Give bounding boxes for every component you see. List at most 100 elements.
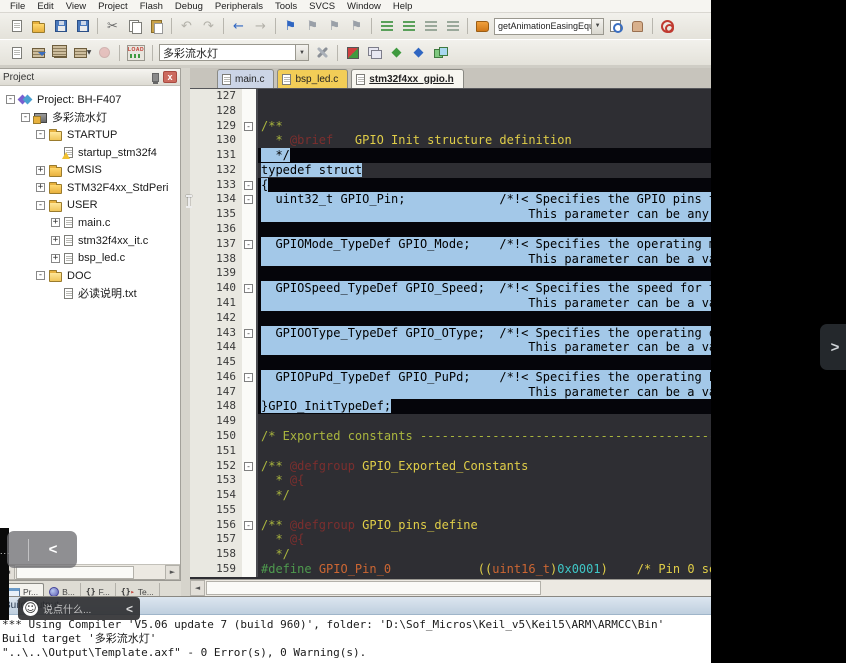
pin-icon[interactable] — [149, 71, 161, 83]
expander-plus-icon[interactable]: + — [36, 166, 45, 175]
expand-sidebar-button[interactable]: > — [820, 324, 846, 370]
fold-collapse-icon[interactable]: - — [244, 122, 253, 131]
flash-erase-icon[interactable]: ◆ — [408, 43, 429, 63]
batch-build-icon[interactable]: ▼ — [72, 43, 93, 63]
emoji-icon[interactable]: ☺ — [23, 601, 38, 616]
build-icon[interactable] — [28, 43, 49, 63]
paste-icon[interactable] — [146, 16, 167, 36]
tree-item[interactable]: +bsp_led.c — [0, 249, 180, 267]
build-output-log[interactable]: *** Using Compiler 'V5.06 update 7 (buil… — [0, 615, 711, 660]
tree-item[interactable]: -DOC — [0, 267, 180, 285]
danmaku-chat-bar[interactable]: ☺ 说点什么... < — [18, 597, 140, 620]
rebuild-icon[interactable] — [50, 43, 71, 63]
open-file-icon[interactable] — [28, 16, 49, 36]
uncomment-icon[interactable] — [442, 16, 463, 36]
chevron-left-icon[interactable]: < — [29, 541, 77, 558]
undo-icon[interactable]: ↶ — [176, 16, 197, 36]
expander-plus-icon[interactable]: + — [51, 218, 60, 227]
code-area[interactable]: 127128129-/**130 * @brief GPIO Init stru… — [190, 89, 711, 579]
menu-item-view[interactable]: View — [60, 1, 92, 12]
menu-item-peripherals[interactable]: Peripherals — [209, 1, 269, 12]
tree-item[interactable]: +STM32F4xx_StdPeri — [0, 179, 180, 197]
fold-collapse-icon[interactable]: - — [244, 373, 253, 382]
find-combo[interactable]: getAnimationEasingEqua ▼ — [494, 18, 604, 35]
new-file-icon[interactable] — [6, 16, 27, 36]
chat-input-placeholder[interactable]: 说点什么... — [43, 601, 121, 616]
tab-main.c[interactable]: main.c — [217, 69, 274, 88]
expander-minus-icon[interactable]: - — [21, 113, 30, 122]
tree-item[interactable]: +CMSIS — [0, 161, 180, 179]
redo-icon[interactable]: ↷ — [198, 16, 219, 36]
tree-item[interactable]: -Project: BH-F407 — [0, 91, 180, 109]
fold-collapse-icon[interactable]: - — [244, 240, 253, 249]
menu-item-window[interactable]: Window — [341, 1, 387, 12]
chevron-left-icon[interactable]: < — [126, 602, 133, 616]
options-for-target-icon[interactable] — [312, 43, 333, 63]
target-select[interactable]: 多彩流水灯 ▼ — [159, 44, 309, 61]
find-in-files-icon[interactable] — [605, 16, 626, 36]
editor-hscrollbar[interactable]: ◄ — [190, 579, 711, 596]
indent-icon[interactable] — [398, 16, 419, 36]
tree-item[interactable]: -USER — [0, 197, 180, 215]
tree-item[interactable]: -STARTUP — [0, 126, 180, 144]
menu-item-debug[interactable]: Debug — [169, 1, 209, 12]
expander-minus-icon[interactable]: - — [36, 271, 45, 280]
flash-download-icon[interactable]: ◆ — [386, 43, 407, 63]
tree-item[interactable]: startup_stm32f4 — [0, 144, 180, 162]
expander-plus-icon[interactable]: + — [51, 254, 60, 263]
translate-icon[interactable] — [6, 43, 27, 63]
save-icon[interactable] — [50, 16, 71, 36]
chevron-down-icon[interactable]: ▼ — [295, 45, 308, 60]
navigate-forward-icon[interactable]: → — [250, 16, 271, 36]
menu-item-svcs[interactable]: SVCS — [303, 1, 341, 12]
menu-item-help[interactable]: Help — [387, 1, 419, 12]
manage-items-icon[interactable] — [364, 43, 385, 63]
tab-stm32f4xx_gpio.h[interactable]: stm32f4xx_gpio.h — [351, 69, 463, 88]
pack-installer-icon[interactable] — [430, 43, 451, 63]
collapse-panel-overlay[interactable]: < — [7, 531, 77, 568]
download-icon[interactable]: LOAD — [124, 43, 148, 63]
debug-session-icon[interactable] — [657, 16, 678, 36]
menu-item-project[interactable]: Project — [92, 1, 134, 12]
cut-icon[interactable]: ✂ — [102, 16, 123, 36]
chevron-down-icon[interactable]: ▼ — [591, 19, 603, 34]
grab-icon[interactable] — [627, 16, 648, 36]
scrollbar-thumb[interactable] — [206, 581, 541, 595]
menu-item-edit[interactable]: Edit — [31, 1, 59, 12]
unindent-icon[interactable] — [376, 16, 397, 36]
expander-minus-icon[interactable]: - — [36, 201, 45, 210]
tab-bsp_led.c[interactable]: bsp_led.c — [277, 69, 348, 88]
close-icon[interactable]: x — [163, 71, 177, 83]
menu-item-file[interactable]: File — [4, 1, 31, 12]
toggle-bookmark-icon[interactable]: ⚑ — [280, 16, 301, 36]
menu-item-tools[interactable]: Tools — [269, 1, 303, 12]
fold-collapse-icon[interactable]: - — [244, 329, 253, 338]
fold-collapse-icon[interactable]: - — [244, 462, 253, 471]
clear-bookmarks-icon[interactable]: ⚑ — [346, 16, 367, 36]
next-bookmark-icon[interactable]: ⚑ — [324, 16, 345, 36]
expander-minus-icon[interactable]: - — [36, 130, 45, 139]
expander-plus-icon[interactable]: + — [36, 183, 45, 192]
fold-collapse-icon[interactable]: - — [244, 195, 253, 204]
prev-bookmark-icon[interactable]: ⚑ — [302, 16, 323, 36]
menu-item-flash[interactable]: Flash — [134, 1, 169, 12]
save-all-icon[interactable] — [72, 16, 93, 36]
tree-item[interactable]: +stm32f4xx_it.c — [0, 232, 180, 250]
manage-runtime-icon[interactable] — [342, 43, 363, 63]
tree-item[interactable]: +main.c — [0, 214, 180, 232]
expander-minus-icon[interactable]: - — [6, 95, 15, 104]
fold-collapse-icon[interactable]: - — [244, 181, 253, 190]
comment-icon[interactable] — [420, 16, 441, 36]
help-book-icon[interactable] — [472, 16, 493, 36]
stop-build-icon[interactable] — [94, 43, 115, 63]
tree-item[interactable]: -多彩流水灯 — [0, 109, 180, 127]
navigate-back-icon[interactable]: ← — [228, 16, 249, 36]
scroll-left-icon[interactable]: ◄ — [190, 580, 205, 596]
fold-collapse-icon[interactable]: - — [244, 284, 253, 293]
scroll-right-icon[interactable]: ► — [165, 565, 180, 580]
fold-collapse-icon[interactable]: - — [244, 521, 253, 530]
expander-plus-icon[interactable]: + — [51, 236, 60, 245]
tree-item[interactable]: 必读说明.txt — [0, 285, 180, 303]
panel-splitter[interactable] — [181, 68, 190, 600]
copy-icon[interactable] — [124, 16, 145, 36]
